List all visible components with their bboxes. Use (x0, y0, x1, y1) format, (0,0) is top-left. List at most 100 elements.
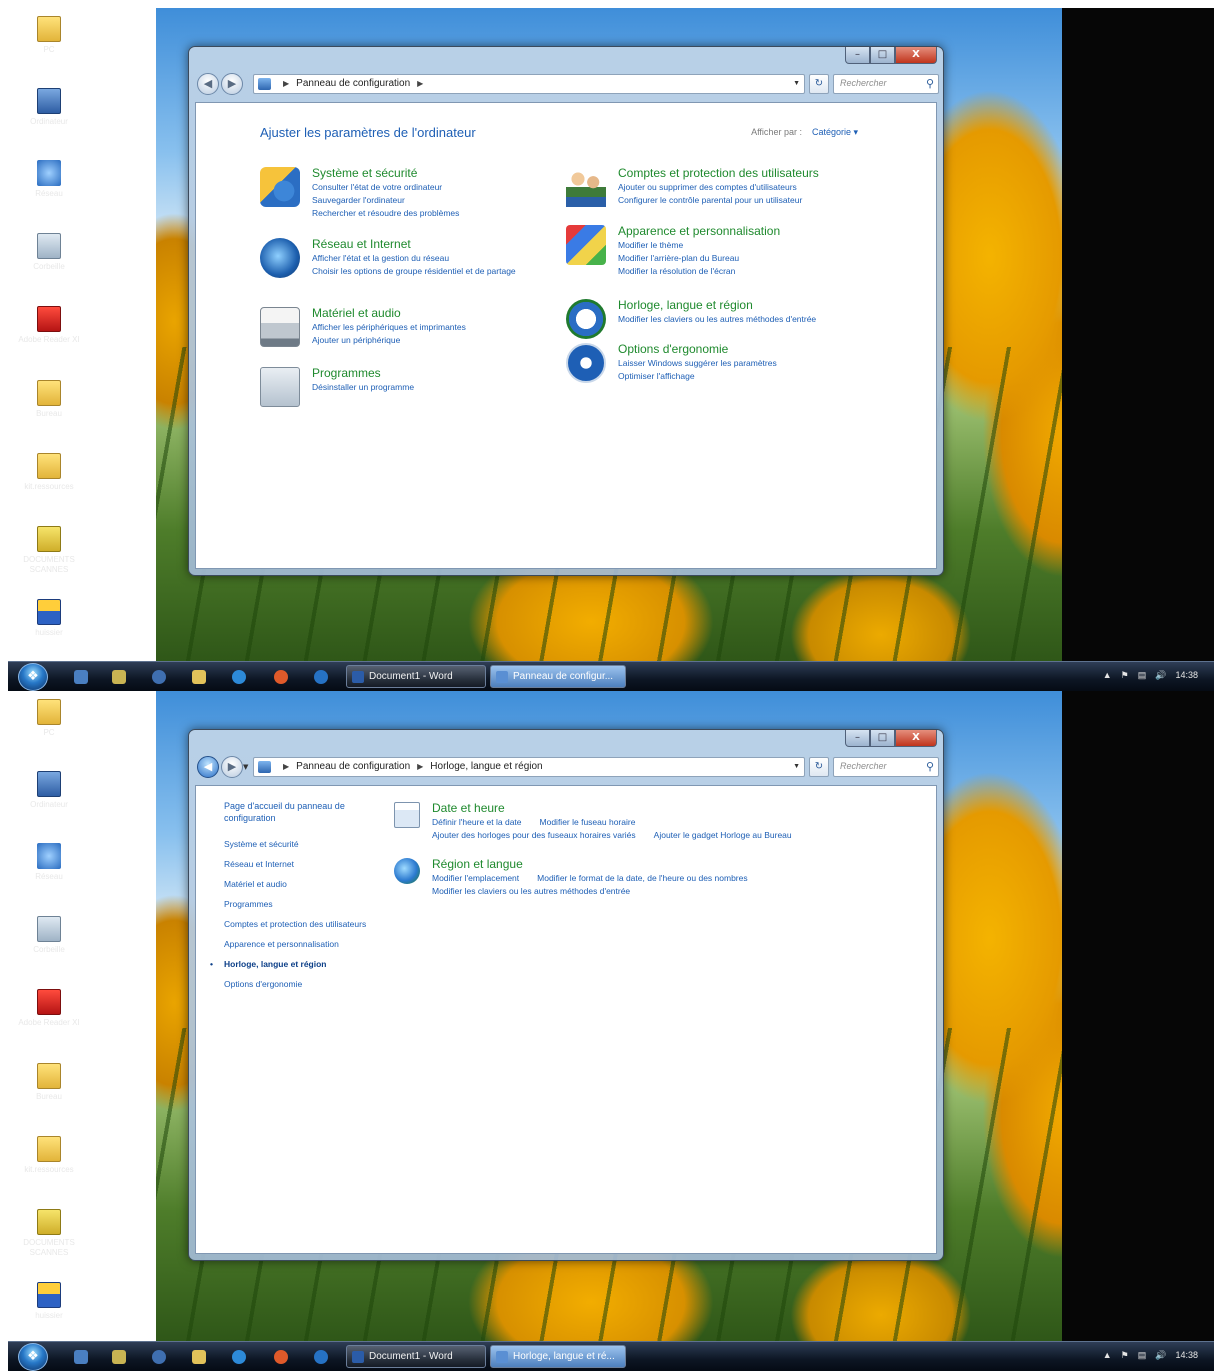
taskbar-item-word[interactable]: Document1 - Word (346, 1345, 486, 1368)
close-button[interactable]: X (895, 47, 937, 64)
accessibility-icon[interactable] (566, 343, 606, 383)
breadcrumb-separator-icon[interactable]: ▶ (417, 79, 423, 88)
desktop-icon-huissier[interactable]: huissier (8, 1282, 90, 1321)
desktop-pin-icon[interactable] (74, 1350, 88, 1364)
category-link[interactable]: Laisser Windows suggérer les paramètres (618, 357, 896, 370)
internet-explorer-pin-icon[interactable] (232, 1350, 246, 1364)
desktop-icon-documents-scannes[interactable]: DOCUMENTS SCANNES (8, 526, 90, 575)
desktop-icon-documents-scannes[interactable]: DOCUMENTS SCANNES (8, 1209, 90, 1258)
browser-pin-icon[interactable] (314, 1350, 328, 1364)
refresh-button[interactable]: ↻ (809, 74, 829, 94)
task-link[interactable]: Ajouter des horloges pour des fuseaux ho… (432, 830, 636, 840)
category-link[interactable]: Ajouter un périphérique (312, 334, 560, 347)
clock-icon[interactable] (566, 299, 606, 339)
category-title[interactable]: Comptes et protection des utilisateurs (618, 165, 896, 181)
media-player-pin-icon[interactable] (152, 670, 166, 684)
recent-pages-dropdown-icon[interactable]: ▼ (243, 763, 248, 771)
media-player-pin-icon[interactable] (152, 1350, 166, 1364)
task-link[interactable]: Modifier le fuseau horaire (540, 817, 636, 827)
search-icon[interactable]: ⚲ (926, 760, 934, 773)
category-title[interactable]: Réseau et Internet (312, 236, 545, 252)
minimize-button[interactable]: – (845, 47, 870, 64)
back-button[interactable]: ◀ (197, 73, 219, 95)
desktop-icon-reseau[interactable]: Réseau (8, 843, 90, 882)
category-link[interactable]: Optimiser l'affichage (618, 370, 896, 383)
desktop-icon-kit-ressources[interactable]: kit.ressources (8, 453, 90, 492)
desktop-icon-corbeille[interactable]: Corbeille (8, 916, 90, 955)
category-link[interactable]: Modifier l'arrière-plan du Bureau (618, 252, 896, 265)
view-by-dropdown[interactable]: Catégorie ▾ (812, 127, 858, 137)
desktop-icon-ordinateur[interactable]: Ordinateur (8, 771, 90, 810)
category-title[interactable]: Options d'ergonomie (618, 341, 896, 357)
flag-icon[interactable]: ⚑ (1121, 670, 1129, 680)
users-icon[interactable] (566, 167, 606, 207)
clock-time[interactable]: 14:38 (1175, 670, 1198, 680)
internet-explorer-pin-icon[interactable] (232, 670, 246, 684)
explorer-pin-icon[interactable] (192, 670, 206, 684)
desktop-icon-pc[interactable]: PC (8, 16, 90, 55)
sidebar-item-hardware-sound[interactable]: Matériel et audio (224, 879, 374, 890)
breadcrumb-control-panel[interactable]: Panneau de configuration (296, 761, 410, 772)
taskbar-item-control-panel[interactable]: Horloge, langue et ré... (490, 1345, 626, 1368)
task-title[interactable]: Région et langue (432, 856, 914, 872)
category-link[interactable]: Désinstaller un programme (312, 381, 560, 394)
category-link[interactable]: Choisir les options de groupe résidentie… (312, 265, 545, 278)
address-dropdown-icon[interactable]: ▼ (793, 758, 800, 776)
refresh-button[interactable]: ↻ (809, 757, 829, 777)
category-link[interactable]: Consulter l'état de votre ordinateur (312, 181, 560, 194)
taskbar-item-word[interactable]: Document1 - Word (346, 665, 486, 688)
breadcrumb-control-panel[interactable]: Panneau de configuration (296, 78, 410, 89)
desktop-icon-pc[interactable]: PC (8, 699, 90, 738)
show-hidden-icons-icon[interactable]: ▲ (1103, 1350, 1112, 1360)
category-link[interactable]: Sauvegarder l'ordinateur (312, 194, 560, 207)
volume-icon[interactable]: 🔊 (1155, 670, 1166, 680)
category-link[interactable]: Ajouter ou supprimer des comptes d'utili… (618, 181, 896, 194)
tools-pin-icon[interactable] (112, 1350, 126, 1364)
explorer-pin-icon[interactable] (192, 1350, 206, 1364)
desktop-icon-corbeille[interactable]: Corbeille (8, 233, 90, 272)
shield-icon[interactable] (260, 167, 300, 207)
task-title[interactable]: Date et heure (432, 800, 914, 816)
desktop-icon-reseau[interactable]: Réseau (8, 160, 90, 199)
network-tray-icon[interactable]: ▤ (1138, 670, 1147, 680)
desktop-icon-adobe-reader[interactable]: Adobe Reader XI (8, 306, 90, 345)
volume-icon[interactable]: 🔊 (1155, 1350, 1166, 1360)
browser-pin-icon[interactable] (314, 670, 328, 684)
search-input[interactable]: Rechercher ⚲ (833, 74, 939, 94)
forward-button[interactable]: ▶ (221, 756, 243, 778)
sidebar-item-ease-of-access[interactable]: Options d'ergonomie (224, 979, 374, 990)
desktop-icon-kit-ressources[interactable]: kit.ressources (8, 1136, 90, 1175)
close-button[interactable]: X (895, 730, 937, 747)
chrome-pin-icon[interactable] (274, 670, 288, 684)
task-link[interactable]: Ajouter le gadget Horloge au Bureau (654, 830, 792, 840)
calendar-clock-icon[interactable] (394, 802, 420, 828)
task-link[interactable]: Définir l'heure et la date (432, 817, 522, 827)
desktop-icon-huissier[interactable]: huissier (8, 599, 90, 638)
paint-icon[interactable] (566, 225, 606, 265)
maximize-button[interactable]: □ (870, 730, 895, 747)
globe-icon[interactable] (260, 238, 300, 278)
sidebar-home-link[interactable]: Page d'accueil du panneau de configurati… (224, 800, 374, 824)
category-link[interactable]: Modifier les claviers ou les autres méth… (618, 313, 896, 326)
category-link[interactable]: Rechercher et résoudre des problèmes (312, 207, 560, 220)
category-link[interactable]: Configurer le contrôle parental pour un … (618, 194, 896, 207)
category-link[interactable]: Afficher les périphériques et imprimante… (312, 321, 560, 334)
tools-pin-icon[interactable] (112, 670, 126, 684)
maximize-button[interactable]: □ (870, 47, 895, 64)
desktop-icon-bureau[interactable]: Bureau (8, 1063, 90, 1102)
sidebar-item-user-accounts[interactable]: Comptes et protection des utilisateurs (224, 919, 374, 930)
taskbar-item-control-panel[interactable]: Panneau de configur... (490, 665, 626, 688)
address-bar[interactable]: ▶ Panneau de configuration ▶ ▼ (253, 74, 805, 94)
category-title[interactable]: Horloge, langue et région (618, 297, 896, 313)
search-input[interactable]: Rechercher ⚲ (833, 757, 939, 777)
programs-icon[interactable] (260, 367, 300, 407)
desktop-pin-icon[interactable] (74, 670, 88, 684)
desktop-icon-bureau[interactable]: Bureau (8, 380, 90, 419)
clock-time[interactable]: 14:38 (1175, 1350, 1198, 1360)
minimize-button[interactable]: – (845, 730, 870, 747)
address-dropdown-icon[interactable]: ▼ (793, 75, 800, 93)
sidebar-item-clock-language-region[interactable]: Horloge, langue et région (210, 959, 374, 970)
desktop-icon-ordinateur[interactable]: Ordinateur (8, 88, 90, 127)
category-link[interactable]: Afficher l'état et la gestion du réseau (312, 252, 545, 265)
sidebar-item-network-internet[interactable]: Réseau et Internet (224, 859, 374, 870)
